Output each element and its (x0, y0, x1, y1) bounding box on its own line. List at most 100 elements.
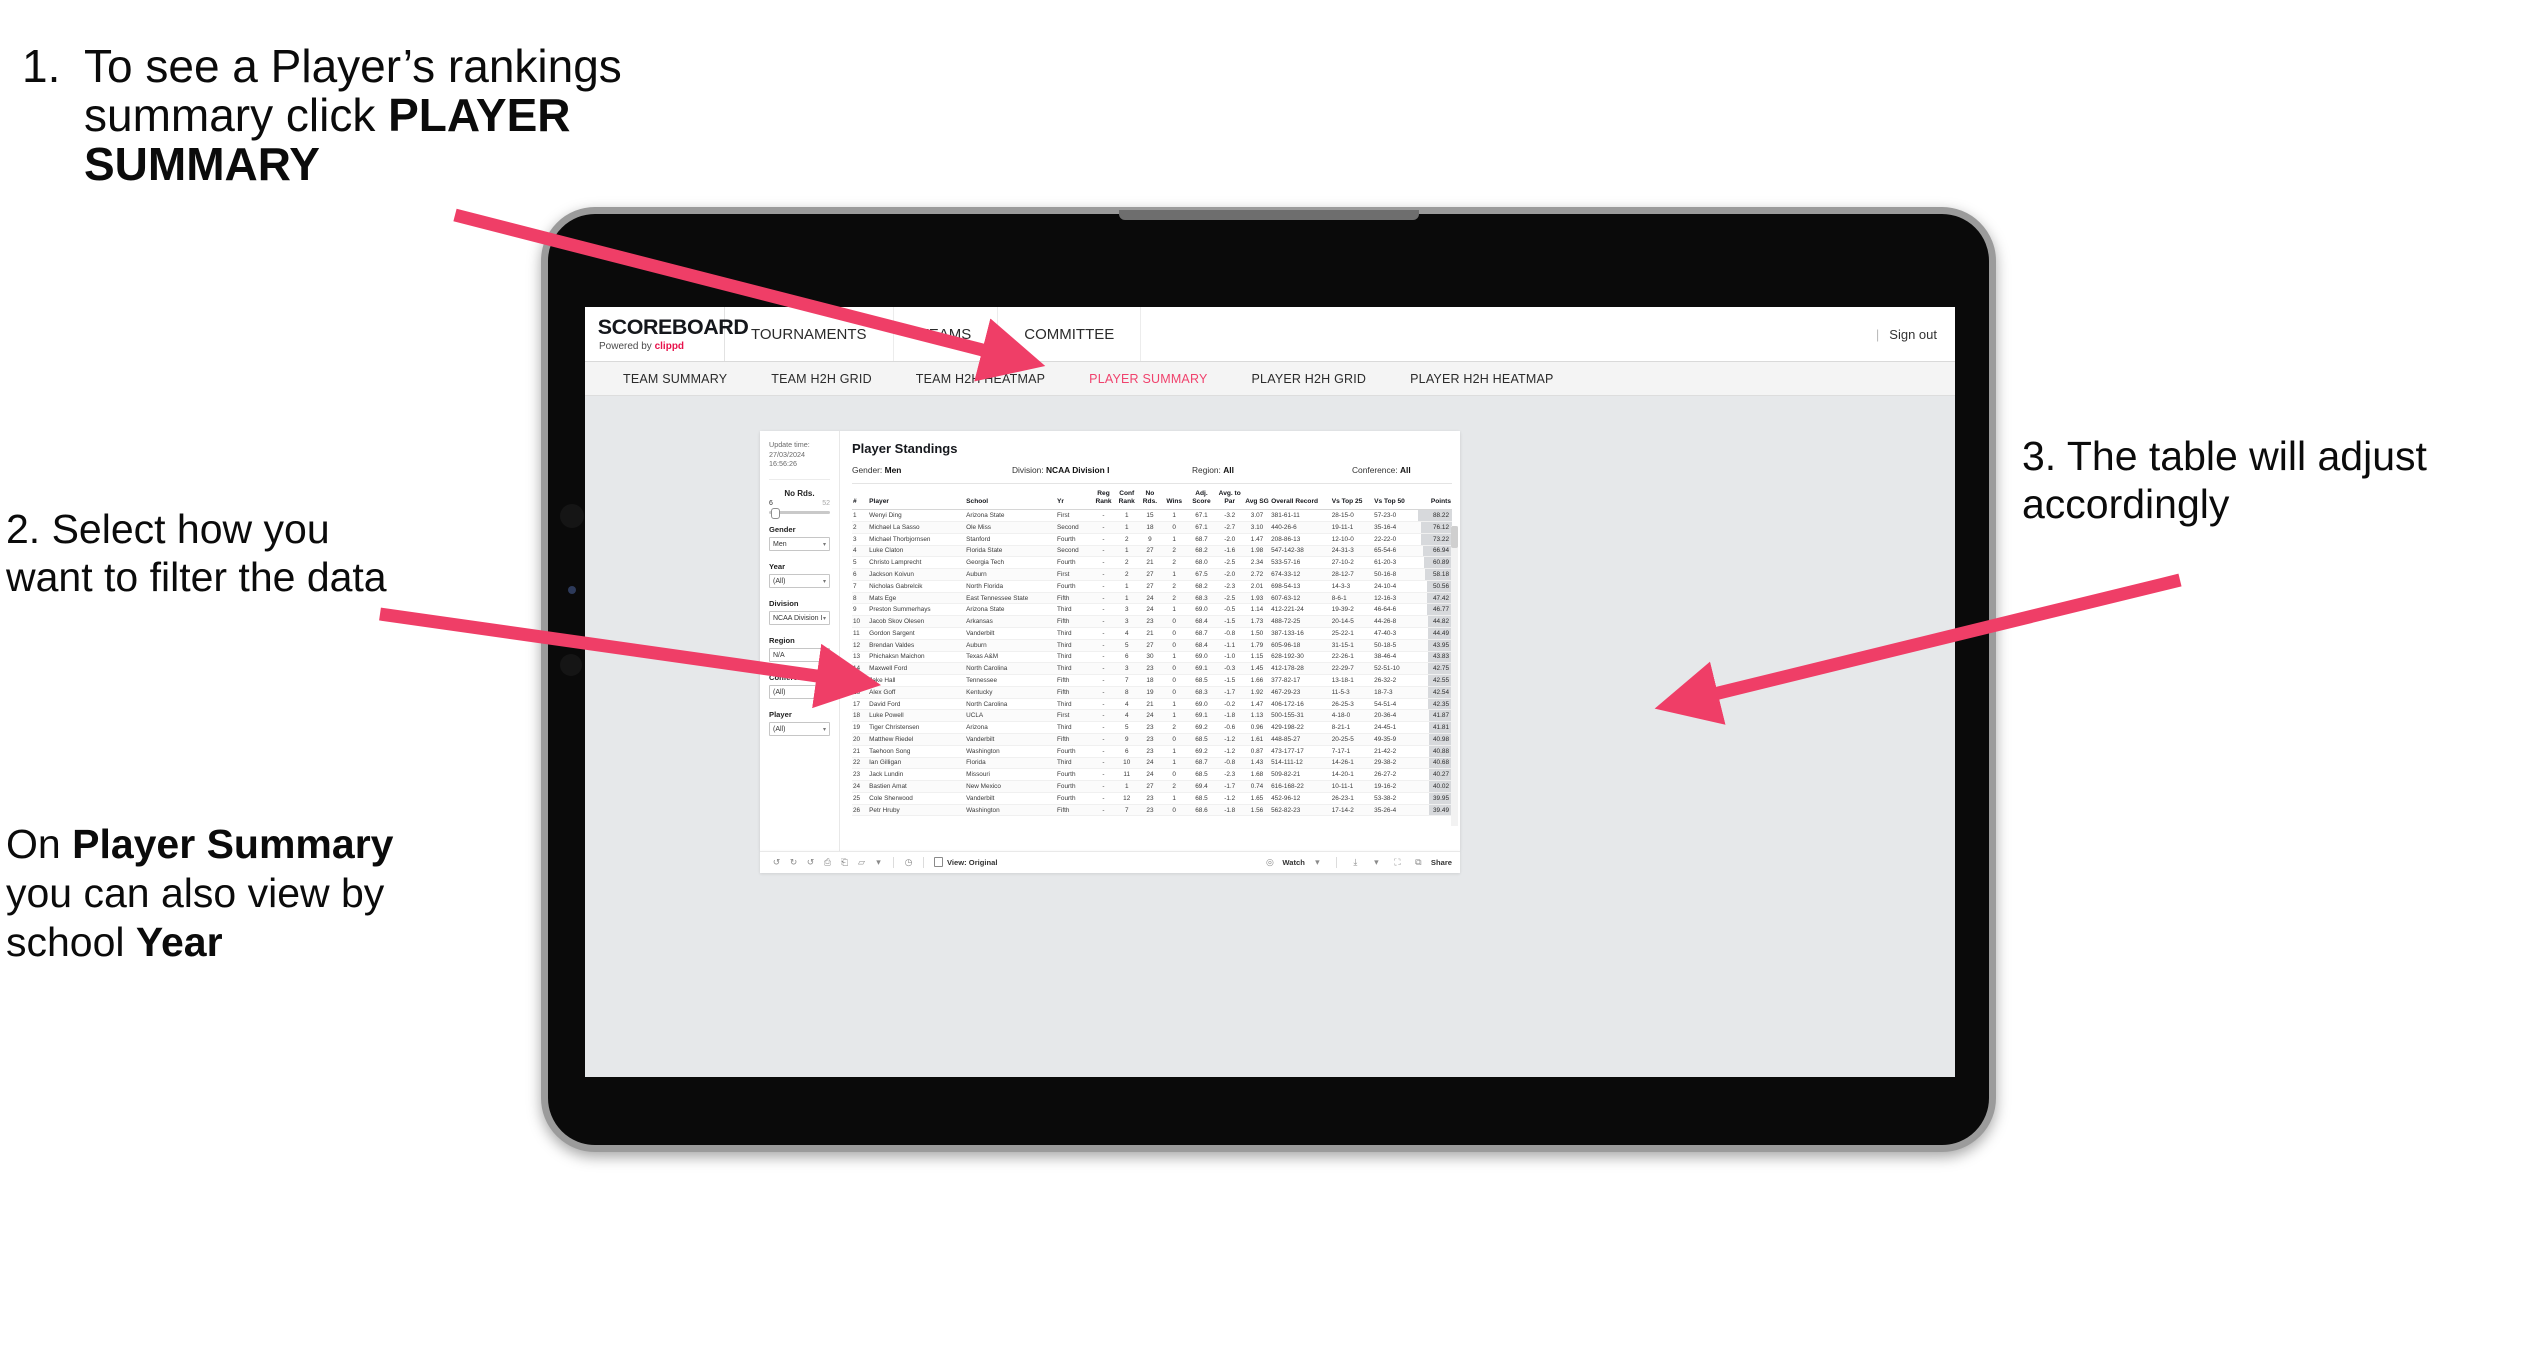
chevron-down-icon[interactable]: ▾ (870, 857, 887, 868)
table-row[interactable]: 1 Wenyi Ding Arizona State First -1 15 1 67.1 -3… (852, 509, 1452, 522)
cell-points: 58.18 (1415, 568, 1452, 581)
cell-vs_top25: 14-26-1 (1330, 757, 1374, 770)
pause-updates-icon[interactable]: ⎗ (836, 857, 853, 868)
cell-vs_top25: 24-31-3 (1330, 545, 1374, 558)
table-row[interactable]: 26 Petr Hruby Washington Fifth -7 23 0 68.6 -1.8… (852, 804, 1452, 817)
table-row[interactable]: 15 Jake Hall Tennessee Fifth -7 18 0 68.5 -1.5 1.… (852, 674, 1452, 687)
tab-team-summary[interactable]: TEAM SUMMARY (601, 372, 749, 386)
col-adj-score[interactable]: Adj. Score (1187, 488, 1216, 511)
slider-track[interactable] (769, 508, 830, 520)
share-label[interactable]: Share (1431, 858, 1452, 867)
table-row[interactable]: 17 David Ford North Carolina Third -4 21 1 69.0… (852, 698, 1452, 711)
share-icon[interactable]: ⧉ (1410, 857, 1427, 868)
tab-player-h2h-grid[interactable]: PLAYER H2H GRID (1230, 372, 1389, 386)
table-row[interactable]: 25 Cole Sherwood Vanderbilt Fourth -12 23 1 68.… (852, 792, 1452, 805)
table-row[interactable]: 6 Jackson Koivun Auburn First -2 27 1 67.5 -2.0 2… (852, 568, 1452, 581)
table-row[interactable]: 2 Michael La Sasso Ole Miss Second -1 18 0 67.1… (852, 521, 1452, 534)
tab-team-h2h-heatmap[interactable]: TEAM H2H HEATMAP (894, 372, 1067, 386)
download-icon[interactable]: ⤓ (1347, 857, 1364, 868)
filter-conference-select[interactable]: (All) ▾ (769, 685, 830, 700)
cell-wins: 2 (1161, 721, 1188, 734)
table-scrollbar-track[interactable] (1451, 526, 1458, 826)
tab-player-summary[interactable]: PLAYER SUMMARY (1067, 372, 1229, 386)
col-vs-top25[interactable]: Vs Top 25 (1330, 488, 1374, 511)
meta-conference-label: Conference: (1352, 465, 1398, 475)
col-conf-rank[interactable]: Conf Rank (1114, 488, 1139, 511)
cell-avg_to_par: -0.5 (1215, 603, 1244, 617)
table-row[interactable]: 3 Michael Thorbjornsen Stanford Fourth -2 9 1 6… (852, 533, 1452, 546)
sign-out-link[interactable]: Sign out (1889, 327, 1937, 342)
cell-no_rds: 24 (1138, 709, 1162, 723)
table-row[interactable]: 8 Mats Ege East Tennessee State Fifth -1 24 2 6… (852, 592, 1452, 605)
cell-reg_rank: - (1092, 709, 1115, 723)
cell-yr: Fourth (1056, 745, 1093, 758)
meta-gender-label: Gender: (852, 465, 883, 475)
table-row[interactable]: 20 Matthew Riedel Vanderbilt Fifth -9 23 0 68.5… (852, 733, 1452, 746)
app-logo[interactable]: SCOREBOARD Powered by clippd (585, 307, 749, 361)
refresh-data-icon[interactable]: ⎙ (819, 857, 836, 868)
col-overall-record[interactable]: Overall Record (1270, 488, 1331, 511)
points-value: 40.68 (1433, 759, 1449, 767)
table-row[interactable]: 12 Brendan Valdes Auburn Third -5 27 0 68.4 -1.1… (852, 639, 1452, 652)
col-wins[interactable]: Wins (1161, 488, 1188, 511)
table-row[interactable]: 24 Bastien Amat New Mexico Fourth -1 27 2 69.4-… (852, 780, 1452, 793)
no-rounds-slider[interactable]: 6 52 (769, 500, 830, 520)
redo-icon[interactable]: ↻ (785, 857, 802, 868)
table-row[interactable]: 13 Phichaksn Maichon Texas A&M Third -6 30 1 69… (852, 651, 1452, 664)
col-reg-rank[interactable]: Reg Rank (1092, 488, 1115, 511)
table-row[interactable]: 16 Alex Goff Kentucky Fifth -8 19 0 68.3 -1.7 1.9… (852, 686, 1452, 699)
filter-gender-select[interactable]: Men ▾ (769, 537, 830, 552)
filter-division-select[interactable]: NCAA Division I ▾ (769, 611, 830, 626)
table-row[interactable]: 5 Christo Lamprecht Georgia Tech Fourth -2 21… (852, 556, 1452, 570)
nav-item-tournaments[interactable]: TOURNAMENTS (725, 307, 894, 361)
nav-item-teams[interactable]: TEAMS (894, 307, 999, 361)
table-row[interactable]: 19 Tiger Christensen Arizona Third -5 23 2 69.2… (852, 721, 1452, 734)
filter-region-select[interactable]: N/A ▾ (769, 648, 830, 663)
col-points[interactable]: Points (1415, 488, 1452, 511)
table-row[interactable]: 11 Gordon Sargent Vanderbilt Third -4 21 0 68.7… (852, 627, 1452, 640)
cell-yr: First (1056, 509, 1093, 522)
col-school[interactable]: School (965, 488, 1057, 511)
cell-num: 5 (852, 556, 869, 570)
col-no-rds[interactable]: No Rds. (1138, 488, 1162, 511)
filter-region-value: N/A (773, 651, 785, 659)
table-row[interactable]: 18 Luke Powell UCLA First -4 24 1 69.1 -1.8 1.13 5… (852, 709, 1452, 723)
toolbar-divider (1335, 857, 1337, 868)
table-row[interactable]: 23 Jack Lundin Missouri Fourth -11 24 0 68.5 -2.… (852, 768, 1452, 782)
cell-no_rds: 23 (1138, 804, 1162, 817)
cell-yr: First (1056, 568, 1093, 581)
slider-handle[interactable] (771, 508, 780, 520)
table-row[interactable]: 14 Maxwell Ford North Carolina Third -3 23 0 69… (852, 662, 1452, 676)
tab-team-h2h-grid[interactable]: TEAM H2H GRID (749, 372, 894, 386)
watch-label[interactable]: Watch (1282, 858, 1305, 867)
view-icon[interactable] (930, 856, 947, 869)
col-avg-to-par[interactable]: Avg. to Par (1215, 488, 1244, 511)
nav-item-committee[interactable]: COMMITTEE (998, 307, 1142, 361)
col-player[interactable]: Player (868, 488, 966, 511)
cell-yr: Fourth (1056, 768, 1093, 782)
chevron-down-icon[interactable]: ▾ (1309, 857, 1326, 868)
tab-player-h2h-heatmap[interactable]: PLAYER H2H HEATMAP (1388, 372, 1575, 386)
chevron-down-icon[interactable]: ▾ (1368, 857, 1385, 868)
undo-icon[interactable]: ↺ (768, 857, 785, 868)
view-label[interactable]: View: Original (947, 858, 998, 867)
cell-school: Florida (965, 757, 1057, 770)
table-row[interactable]: 22 Ian Gilligan Florida Third -10 24 1 68.7 -0.8… (852, 757, 1452, 770)
col-num[interactable]: # (852, 488, 869, 511)
table-row[interactable]: 21 Taehoon Song Washington Fourth -6 23 1 69.2-… (852, 745, 1452, 758)
alerts-icon[interactable]: ▱ (853, 857, 870, 868)
filter-player-select[interactable]: (All) ▾ (769, 722, 830, 737)
table-row[interactable]: 7 Nicholas Gabrelcik North Florida Fourth -1… (852, 580, 1452, 593)
table-row[interactable]: 4 Luke Claton Florida State Second -1 27 2 68.2… (852, 545, 1452, 558)
col-yr[interactable]: Yr (1056, 488, 1093, 511)
history-icon[interactable]: ◷ (900, 857, 917, 868)
table-scrollbar-thumb[interactable] (1451, 526, 1458, 548)
col-avg-sg[interactable]: Avg SG (1243, 488, 1271, 511)
col-vs-top50[interactable]: Vs Top 50 (1373, 488, 1416, 511)
table-row[interactable]: 9 Preston Summerhays Arizona State Third -3 2… (852, 603, 1452, 617)
filter-year-select[interactable]: (All) ▾ (769, 574, 830, 589)
table-row[interactable]: 10 Jacob Skov Olesen Arkansas Fifth -3 23 0 68.… (852, 615, 1452, 628)
table-header-row: # Player School Yr Reg Rank Conf Rank No… (852, 488, 1452, 511)
revert-icon[interactable]: ↺ (802, 857, 819, 868)
fullscreen-icon[interactable]: ⛶ (1389, 857, 1406, 868)
